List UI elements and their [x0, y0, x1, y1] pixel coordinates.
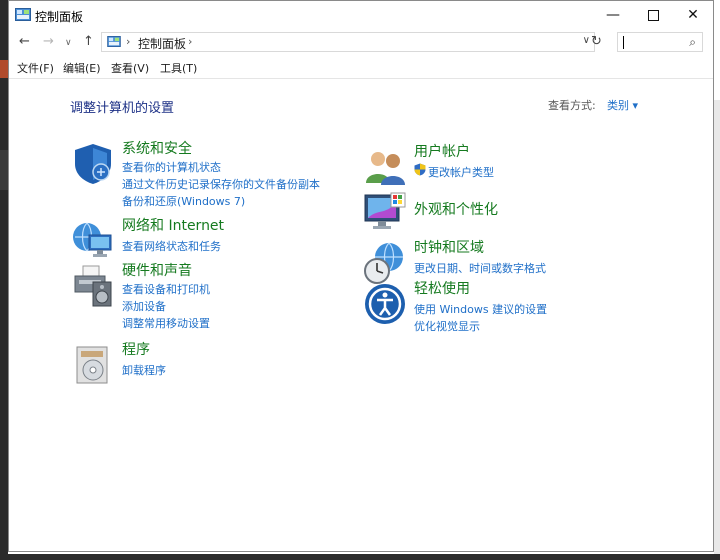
category-link[interactable]: 更改日期、时间或数字格式 — [414, 260, 546, 276]
category-title[interactable]: 程序 — [122, 339, 150, 359]
breadcrumb-chevron-icon[interactable]: › — [188, 35, 192, 48]
address-bar[interactable]: › 控制面板 › ∨ — [101, 32, 595, 52]
desktop-background-left — [0, 0, 8, 560]
category-link[interactable]: 查看设备和打印机 — [122, 281, 210, 297]
clock-globe-icon[interactable] — [363, 241, 407, 285]
breadcrumb-chevron-icon[interactable]: › — [126, 35, 130, 48]
navigation-bar: ← → ∨ ↑ › 控制面板 › ∨ ↻ ⌕ — [9, 30, 713, 54]
ease-of-access-icon[interactable] — [363, 282, 407, 326]
category-title[interactable]: 网络和 Internet — [122, 215, 224, 235]
maximize-icon — [647, 9, 659, 21]
category-link[interactable]: 查看你的计算机状态 — [122, 159, 221, 175]
printer-speaker-icon[interactable] — [71, 264, 115, 308]
category-title[interactable]: 系统和安全 — [122, 138, 192, 158]
maximize-button[interactable] — [633, 1, 673, 29]
taskbar-edge — [0, 554, 720, 560]
category-link[interactable]: 使用 Windows 建议的设置 — [414, 301, 547, 317]
category-link[interactable]: 卸载程序 — [122, 362, 166, 378]
monitor-palette-icon[interactable] — [363, 191, 407, 235]
category-title[interactable]: 时钟和区域 — [414, 237, 484, 257]
background-window-edge — [714, 100, 720, 560]
category-link[interactable]: 添加设备 — [122, 298, 166, 314]
search-icon[interactable]: ⌕ — [689, 35, 696, 50]
category-link[interactable]: 调整常用移动设置 — [122, 315, 210, 331]
title-bar[interactable]: 控制面板 — ✕ — [9, 1, 713, 29]
back-arrow-icon[interactable]: ← — [19, 34, 30, 49]
view-by-dropdown[interactable]: 类别 ▾ — [607, 97, 638, 113]
category-title[interactable]: 硬件和声音 — [122, 260, 192, 280]
uac-shield-icon — [414, 163, 426, 176]
recent-locations-icon[interactable]: ∨ — [65, 38, 72, 48]
divider — [9, 78, 713, 79]
control-panel-window: 控制面板 — ✕ ← → ∨ ↑ › 控制面板 › ∨ ↻ ⌕ 文件(F) 编辑… — [8, 0, 714, 552]
control-panel-icon — [15, 8, 31, 21]
forward-arrow-icon[interactable]: → — [43, 34, 54, 49]
view-by-label: 查看方式: — [548, 99, 596, 112]
category-title[interactable]: 外观和个性化 — [414, 199, 498, 219]
refresh-icon[interactable]: ↻ — [591, 34, 602, 49]
control-panel-icon — [107, 36, 121, 47]
users-icon[interactable] — [363, 145, 407, 189]
menu-view[interactable]: 查看(V) — [111, 60, 149, 76]
up-arrow-icon[interactable]: ↑ — [83, 34, 94, 49]
menu-file[interactable]: 文件(F) — [17, 60, 54, 76]
category-link[interactable]: 更改帐户类型 — [428, 164, 494, 180]
search-input[interactable]: ⌕ — [617, 32, 703, 52]
text-caret — [623, 36, 624, 49]
shield-icon[interactable] — [71, 142, 115, 186]
window-title: 控制面板 — [35, 10, 84, 24]
desktop-fragment — [0, 60, 8, 78]
menu-tools[interactable]: 工具(T) — [160, 60, 197, 76]
menu-bar: 文件(F) 编辑(E) 查看(V) 工具(T) — [9, 59, 713, 77]
menu-edit[interactable]: 编辑(E) — [63, 60, 101, 76]
address-dropdown-icon[interactable]: ∨ — [583, 35, 590, 46]
category-title[interactable]: 用户帐户 — [414, 141, 470, 161]
programs-disc-icon[interactable] — [71, 343, 115, 387]
close-button[interactable]: ✕ — [673, 1, 713, 29]
breadcrumb-control-panel[interactable]: 控制面板 — [138, 35, 186, 52]
desktop-fragment — [0, 150, 8, 190]
minimize-button[interactable]: — — [593, 1, 633, 29]
network-globe-icon[interactable] — [71, 219, 115, 263]
category-link[interactable]: 备份和还原(Windows 7) — [122, 193, 245, 209]
category-title[interactable]: 轻松使用 — [414, 278, 470, 298]
category-link[interactable]: 通过文件历史记录保存你的文件备份副本 — [122, 176, 320, 192]
page-title: 调整计算机的设置 — [70, 101, 175, 116]
category-link[interactable]: 优化视觉显示 — [414, 318, 480, 334]
category-link[interactable]: 查看网络状态和任务 — [122, 238, 221, 254]
